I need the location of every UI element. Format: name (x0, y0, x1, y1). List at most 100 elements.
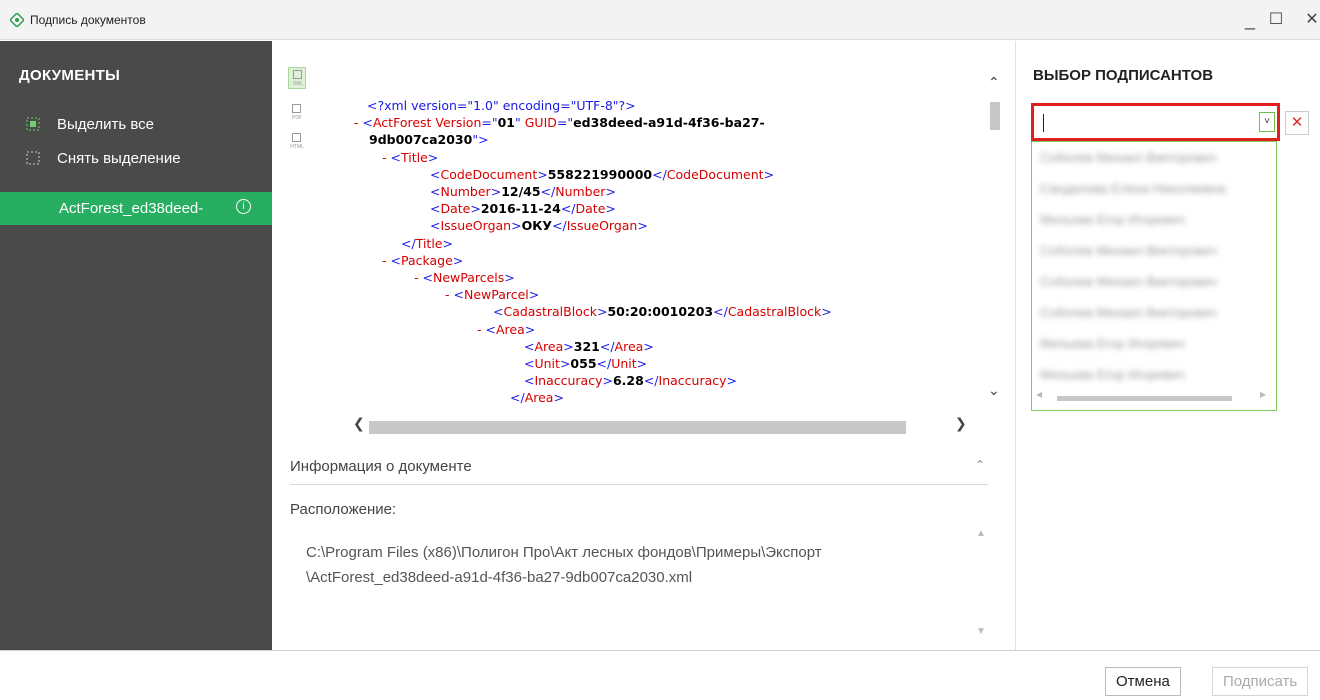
xml-token: > (726, 373, 738, 389)
xml-token: Area (534, 338, 564, 354)
panel-divider (1015, 41, 1016, 650)
signer-option[interactable]: Мельева Егор Игоревич (1040, 367, 1185, 385)
title-bar: Подпись документов _ ☐ ✕ (0, 0, 1320, 40)
document-name: ActForest_ed38deed- (59, 200, 204, 217)
xml-token: > (605, 184, 616, 199)
xml-token: IssueOrgan (566, 218, 638, 234)
location-label: Расположение: (290, 501, 397, 518)
xml-token: < (362, 115, 373, 131)
collapse-chevron-icon[interactable]: ⌃ (975, 458, 985, 472)
maximize-button[interactable]: ☐ (1262, 6, 1290, 34)
format-xml-button[interactable]: XML (288, 67, 306, 89)
xml-token: > (637, 218, 648, 234)
xml-token: "> (472, 132, 489, 148)
xml-line: <CodeDocument>558221990000</CodeDocument… (430, 166, 774, 183)
scroll-up-icon[interactable]: ⌃ (988, 74, 1000, 91)
xml-token: <?xml version="1.0" encoding="UTF-8"?> (367, 98, 636, 113)
scroll-left-icon[interactable]: ❮ (353, 415, 365, 432)
xml-token: Number (555, 184, 606, 199)
dropdown-scroll-left-icon[interactable]: ◀ (1036, 390, 1042, 399)
sidebar-title: ДОКУМЕНТЫ (19, 67, 121, 84)
minimize-button[interactable]: _ (1236, 6, 1264, 34)
signer-option[interactable]: Мельева Егор Игоревич (1040, 212, 1185, 230)
format-pdf-button[interactable]: PDF (288, 102, 306, 124)
format-html-button[interactable]: HTML (288, 131, 306, 153)
xml-line: <?xml version="1.0" encoding="UTF-8"?> (367, 97, 636, 114)
xml-token: < (390, 252, 401, 268)
signer-option[interactable]: Соболев Михаил Викторович (1040, 305, 1217, 323)
dropdown-scroll-right-icon[interactable]: ▶ (1260, 390, 1266, 399)
scroll-right-icon[interactable]: ❯ (955, 415, 967, 432)
cancel-button[interactable]: Отмена (1105, 667, 1181, 696)
info-scroll-up-icon[interactable]: ▲ (976, 528, 986, 539)
xml-token: < (430, 166, 441, 182)
xml-token: < (422, 270, 433, 285)
deselect-icon (26, 151, 40, 165)
xml-token: Area (495, 321, 525, 337)
signer-combobox[interactable]: ˅ (1031, 103, 1280, 141)
deselect-button[interactable]: Снять выделение (26, 149, 226, 171)
xml-token: </ (510, 390, 525, 406)
xml-token: ActForest Version (372, 115, 482, 131)
xml-token: < (430, 218, 441, 234)
xml-token: 01 (497, 115, 516, 131)
xml-token: IssueOrgan (440, 218, 512, 234)
xml-token: Title (415, 235, 443, 251)
dropdown-horizontal-scrollbar[interactable]: ◀ ▶ (1032, 390, 1276, 404)
xml-line: <Inaccuracy>6.28</Inaccuracy> (524, 372, 737, 389)
xml-token: GUID (524, 115, 557, 131)
scroll-down-icon[interactable]: ⌄ (988, 382, 1000, 399)
xml-vertical-scrollbar[interactable]: ⌃ ⌄ (985, 74, 1002, 412)
signer-search-input[interactable] (1038, 112, 1250, 134)
xml-token: > (537, 166, 548, 182)
dropdown-scroll-thumb[interactable] (1057, 396, 1232, 401)
select-all-button[interactable]: Выделить все (26, 115, 226, 137)
text-caret (1043, 114, 1044, 132)
xml-token: </ (713, 304, 728, 320)
xml-token: > (427, 149, 439, 165)
xml-token: 2016-11-24 (480, 201, 561, 217)
xml-token: CadastralBlock (503, 304, 597, 320)
xml-line: <Area>321</Area> (524, 338, 654, 355)
xml-line: <Date>2016-11-24</Date> (430, 200, 616, 217)
info-icon[interactable]: i (236, 199, 251, 214)
xml-token: Area (524, 390, 554, 406)
dropdown-chevron-icon[interactable]: ˅ (1259, 112, 1275, 132)
signer-option[interactable]: Соболев Михаил Викторович (1040, 243, 1217, 261)
xml-line: - <NewParcels> (414, 269, 515, 286)
xml-token: > (442, 235, 453, 251)
xml-token: < (524, 373, 535, 389)
location-path-line-1: C:\Program Files (x86)\Полигон Про\Акт л… (306, 544, 822, 561)
signer-option[interactable]: Сандалова Елена Николаевна (1040, 181, 1226, 199)
xml-line: <Number>12/45</Number> (430, 183, 616, 200)
info-scroll-down-icon[interactable]: ▼ (976, 626, 986, 637)
signer-option[interactable]: Соболев Михаил Викторович (1040, 274, 1217, 292)
xml-token: NewParcels (432, 270, 505, 285)
xml-token: > (511, 218, 522, 234)
documents-sidebar: ДОКУМЕНТЫ Выделить все Снять выделение A… (0, 41, 272, 650)
signer-option[interactable]: Соболев Михаил Викторович (1040, 150, 1217, 168)
format-html-label: HTML (290, 144, 304, 150)
dialog-footer: Отмена Подписать (0, 650, 1320, 700)
horizontal-scroll-thumb[interactable] (369, 421, 906, 434)
xml-horizontal-scrollbar[interactable]: ❮ ❯ (345, 415, 970, 434)
document-list-item[interactable]: ActForest_ed38deed- i (0, 192, 272, 225)
xml-token: < (524, 356, 535, 371)
xml-line: - <Title> (382, 149, 438, 166)
xml-token: > (596, 304, 608, 320)
xml-token: < (430, 201, 441, 217)
xml-token: > (524, 321, 536, 337)
xml-token: 50:20:0010203 (607, 304, 714, 320)
xml-token: > (470, 201, 481, 217)
signer-option[interactable]: Мельева Егор Игоревич (1040, 336, 1185, 354)
xml-line: <Unit>055</Unit> (524, 355, 647, 372)
sign-button[interactable]: Подписать (1212, 667, 1309, 696)
xml-token: NewParcel (463, 287, 529, 303)
info-divider (290, 484, 988, 485)
close-button[interactable]: ✕ (1298, 6, 1320, 34)
xml-token: > (490, 184, 502, 199)
vertical-scroll-thumb[interactable] (990, 102, 1000, 130)
xml-token: 558221990000 (547, 166, 653, 182)
clear-signer-button[interactable]: ✕ (1285, 111, 1309, 135)
document-info-header[interactable]: Информация о документе (290, 458, 472, 475)
